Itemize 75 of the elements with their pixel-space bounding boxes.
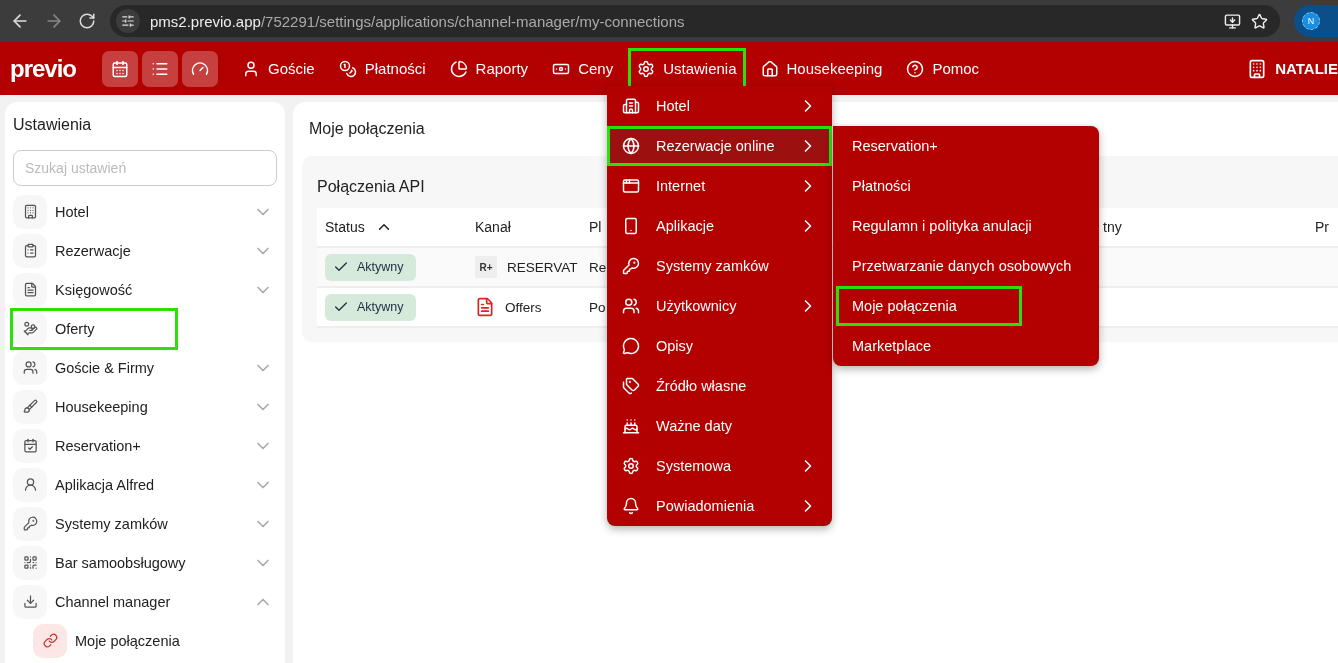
- building-icon: [13, 194, 47, 229]
- calendar-button[interactable]: [102, 50, 139, 87]
- user-icon: [13, 467, 47, 502]
- site-info-button[interactable]: [116, 9, 140, 33]
- help-icon: [906, 59, 925, 78]
- logo[interactable]: previo: [10, 54, 77, 83]
- hotel-name[interactable]: NATALIE: [1247, 58, 1338, 79]
- sliders-icon: [121, 14, 135, 28]
- chat-icon: [622, 337, 640, 355]
- building-icon: [1247, 58, 1268, 79]
- submenu-item[interactable]: Marketplace: [836, 326, 1102, 366]
- column-header[interactable]: Status: [317, 218, 467, 236]
- nav-item[interactable]: Pomoc: [897, 47, 989, 90]
- settings-icon: [622, 457, 640, 475]
- star-icon[interactable]: [1251, 12, 1268, 30]
- column-header[interactable]: Pr: [1307, 219, 1338, 235]
- qr-code-icon: [13, 545, 47, 580]
- nav-item[interactable]: Płatności: [329, 47, 435, 90]
- menu-item[interactable]: Rezerwacje online: [607, 126, 832, 166]
- reload-icon[interactable]: [78, 12, 96, 30]
- hand-coin-icon: [13, 311, 47, 346]
- menu-item[interactable]: Powiadomienia: [607, 486, 832, 526]
- menu-item[interactable]: Systemy zamków: [607, 246, 832, 286]
- table-cell: Offers: [505, 299, 542, 315]
- status-badge: Aktywny: [325, 253, 416, 281]
- section-title: Połączenia API: [317, 178, 425, 196]
- phone-icon: [622, 217, 640, 235]
- page-title: Moje połączenia: [308, 120, 426, 138]
- menu-item[interactable]: Użytkownicy: [607, 286, 832, 326]
- nav-item[interactable]: Raporty: [440, 47, 538, 90]
- menu-item[interactable]: Źródło własne: [607, 366, 832, 406]
- house-icon: [760, 59, 779, 78]
- users-icon: [13, 350, 47, 385]
- submenu-item[interactable]: Reservation+: [836, 126, 1102, 166]
- globe-icon: [622, 137, 640, 155]
- submenu-item[interactable]: Przetwarzanie danych osobowych: [836, 246, 1102, 286]
- brush-icon: [13, 389, 47, 424]
- list-button[interactable]: [142, 50, 179, 87]
- document-icon: [13, 272, 47, 307]
- calendar-icon: [13, 428, 47, 463]
- install-icon[interactable]: [1224, 12, 1241, 30]
- submenu-item[interactable]: Płatności: [836, 166, 1102, 206]
- menu-item[interactable]: Opisy: [607, 326, 832, 366]
- table-cell: Po: [589, 299, 606, 315]
- dashboard-button[interactable]: [182, 50, 219, 87]
- download-icon: [13, 584, 47, 619]
- tags-icon: [622, 377, 640, 395]
- clipboard-icon: [13, 233, 47, 268]
- table-cell: RESERVAT: [507, 259, 578, 275]
- search-field[interactable]: Szukaj ustawień: [13, 150, 277, 186]
- key-icon: [13, 506, 47, 541]
- menu-item[interactable]: Ważne daty: [607, 406, 832, 446]
- cake-icon: [622, 417, 640, 435]
- settings-icon: [637, 59, 656, 78]
- key-icon: [622, 257, 640, 275]
- sidebar-item[interactable]: Oferty: [10, 307, 178, 350]
- menu-item[interactable]: Internet: [607, 166, 832, 206]
- status-badge: Aktywny: [325, 293, 416, 321]
- calendar-icon: [111, 59, 130, 78]
- users-icon: [622, 297, 640, 315]
- link-icon: [33, 623, 67, 658]
- pie-chart-icon: [449, 59, 468, 78]
- nav-item[interactable]: Goście: [233, 47, 324, 90]
- sidebar-title: Ustawienia: [13, 116, 93, 134]
- menu-item[interactable]: Aplikacje: [607, 206, 832, 246]
- channel-logo: R+: [475, 256, 497, 278]
- gauge-icon: [191, 59, 210, 78]
- table-cell: Re: [589, 259, 607, 275]
- coins-icon: [338, 59, 357, 78]
- window-icon: [622, 177, 640, 195]
- bell-icon: [622, 497, 640, 515]
- column-header[interactable]: Kanał: [467, 219, 585, 235]
- building-icon: [622, 97, 640, 115]
- menu-item[interactable]: Systemowa: [607, 446, 832, 486]
- submenu-item[interactable]: Moje połączenia: [836, 286, 1022, 326]
